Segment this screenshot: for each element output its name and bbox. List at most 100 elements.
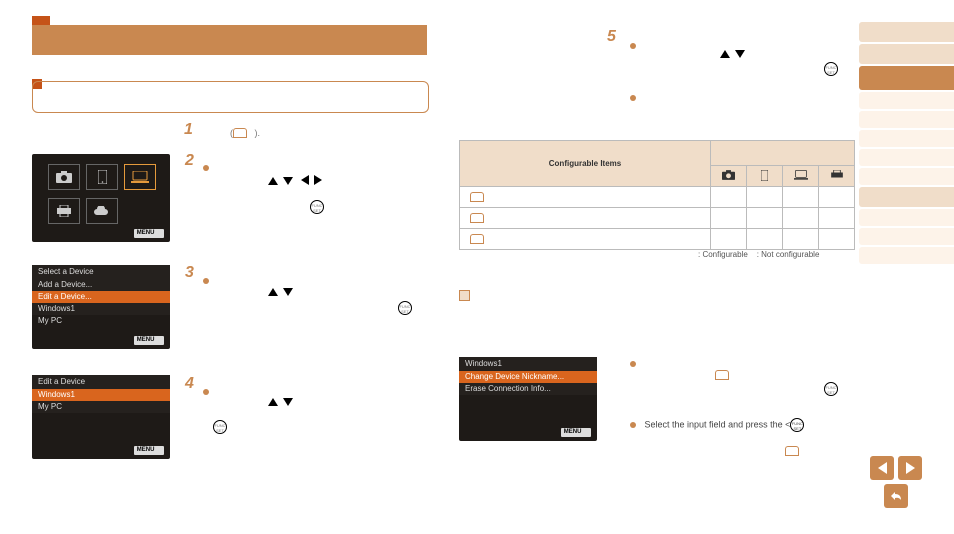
menu-badge: MENU — [561, 428, 591, 437]
tab-3[interactable] — [859, 66, 954, 90]
laptop-icon — [124, 164, 156, 190]
col-printer-icon — [819, 166, 855, 187]
screen-title: Windows1 — [459, 357, 597, 371]
legend-not-configurable: : Not configurable — [757, 250, 820, 259]
table-legend: : Configurable : Not configurable — [698, 250, 819, 259]
menu-badge: MENU — [134, 229, 164, 238]
book-icon — [470, 213, 484, 221]
menu-badge: MENU — [134, 336, 164, 345]
back-button[interactable] — [884, 484, 908, 508]
step4-arrows — [268, 398, 293, 408]
tab-4[interactable] — [859, 92, 954, 109]
subsection-box — [32, 81, 429, 113]
step-number-1: 1 — [184, 121, 193, 139]
bullet-icon — [203, 389, 209, 395]
select-input-text: Select the input field and press the < — [645, 419, 791, 429]
next-page-button[interactable] — [898, 456, 922, 480]
right-tab-strip — [859, 22, 954, 266]
left-arrow-icon — [878, 462, 887, 474]
list-item: Add a Device... — [32, 279, 170, 291]
book-icon — [470, 234, 484, 242]
prev-page-button[interactable] — [870, 456, 894, 480]
step3-funcset: FUNCSET — [398, 301, 412, 315]
funcset-icon: FUNCSET — [790, 418, 804, 432]
bullet-icon — [203, 278, 209, 284]
tab-11[interactable] — [859, 228, 954, 245]
col-camera-icon — [711, 166, 747, 187]
bullet-icon — [630, 43, 636, 49]
step-number-4: 4 — [185, 375, 194, 393]
bullet-icon — [630, 422, 636, 428]
para-line1 — [630, 358, 642, 368]
step-number-3: 3 — [185, 264, 194, 282]
tab-7[interactable] — [859, 149, 954, 166]
step2-arrows — [268, 175, 322, 187]
down-arrow-icon — [283, 398, 293, 406]
table-row — [460, 229, 855, 250]
down-arrow-icon — [283, 177, 293, 185]
screen-title: Edit a Device — [32, 375, 170, 389]
list-item-selected: Edit a Device... — [32, 291, 170, 303]
tab-12[interactable] — [859, 247, 954, 264]
up-arrow-icon — [268, 288, 278, 296]
step4-funcset: FUNCSET — [213, 420, 227, 434]
screenshot-icon-menu: MENU — [32, 154, 170, 242]
tab-9[interactable] — [859, 187, 954, 207]
table-header: Configurable Items — [460, 141, 711, 187]
step5-line2 — [630, 92, 642, 102]
book-icon — [715, 370, 729, 378]
bullet-icon — [630, 95, 636, 101]
screenshot-device-options: Windows1 Change Device Nickname... Erase… — [459, 357, 597, 441]
tab-8[interactable] — [859, 168, 954, 185]
funcset-icon: FUNCSET — [824, 62, 838, 76]
tab-6[interactable] — [859, 130, 954, 147]
down-arrow-icon — [735, 50, 745, 58]
list-item-selected: Change Device Nickname... — [459, 371, 597, 383]
para-book — [715, 370, 729, 380]
funcset-icon: FUNCSET — [398, 301, 412, 315]
left-arrow-icon — [301, 175, 309, 185]
step1-text: ( ). — [230, 128, 260, 138]
list-item-selected: Windows1 — [32, 389, 170, 401]
step-number-2: 2 — [185, 152, 194, 170]
para-book-2 — [785, 446, 799, 456]
bullet-icon — [630, 361, 636, 367]
note-marker — [459, 290, 470, 301]
up-arrow-icon — [720, 50, 730, 58]
list-item: My PC — [32, 315, 170, 327]
tab-2[interactable] — [859, 44, 954, 64]
section-header — [32, 25, 427, 55]
printer-icon — [48, 198, 80, 224]
menu-badge: MENU — [134, 446, 164, 455]
tab-1[interactable] — [859, 22, 954, 42]
table-header-group — [711, 141, 855, 166]
step-number-5: 5 — [607, 28, 616, 46]
book-icon — [785, 446, 799, 454]
step4-line1 — [203, 386, 215, 396]
table-row — [460, 208, 855, 229]
screenshot-select-device: Select a Device Add a Device... Edit a D… — [32, 265, 170, 349]
step3-arrows — [268, 288, 293, 298]
funcset-icon: FUNCSET — [310, 200, 324, 214]
book-icon — [233, 128, 247, 136]
legend-configurable: : Configurable — [698, 250, 748, 259]
list-item: My PC — [32, 401, 170, 413]
para-select-input: Select the input field and press the <FU… — [630, 418, 804, 432]
step2-line1 — [203, 162, 215, 172]
step3-line1 — [203, 275, 215, 285]
camera-icon — [48, 164, 80, 190]
funcset-icon: FUNCSET — [213, 420, 227, 434]
up-arrow-icon — [268, 177, 278, 185]
col-laptop-icon — [783, 166, 819, 187]
step5-funcset: FUNCSET — [824, 62, 838, 76]
step5-arrows — [720, 50, 745, 60]
down-arrow-icon — [283, 288, 293, 296]
step2-funcset: FUNCSET — [310, 200, 324, 214]
tab-10[interactable] — [859, 209, 954, 226]
tab-5[interactable] — [859, 111, 954, 128]
screen-title: Select a Device — [32, 265, 170, 279]
bullet-icon — [203, 165, 209, 171]
cloud-icon — [86, 198, 118, 224]
book-icon — [470, 192, 484, 200]
configurable-items-table: Configurable Items — [459, 140, 855, 250]
